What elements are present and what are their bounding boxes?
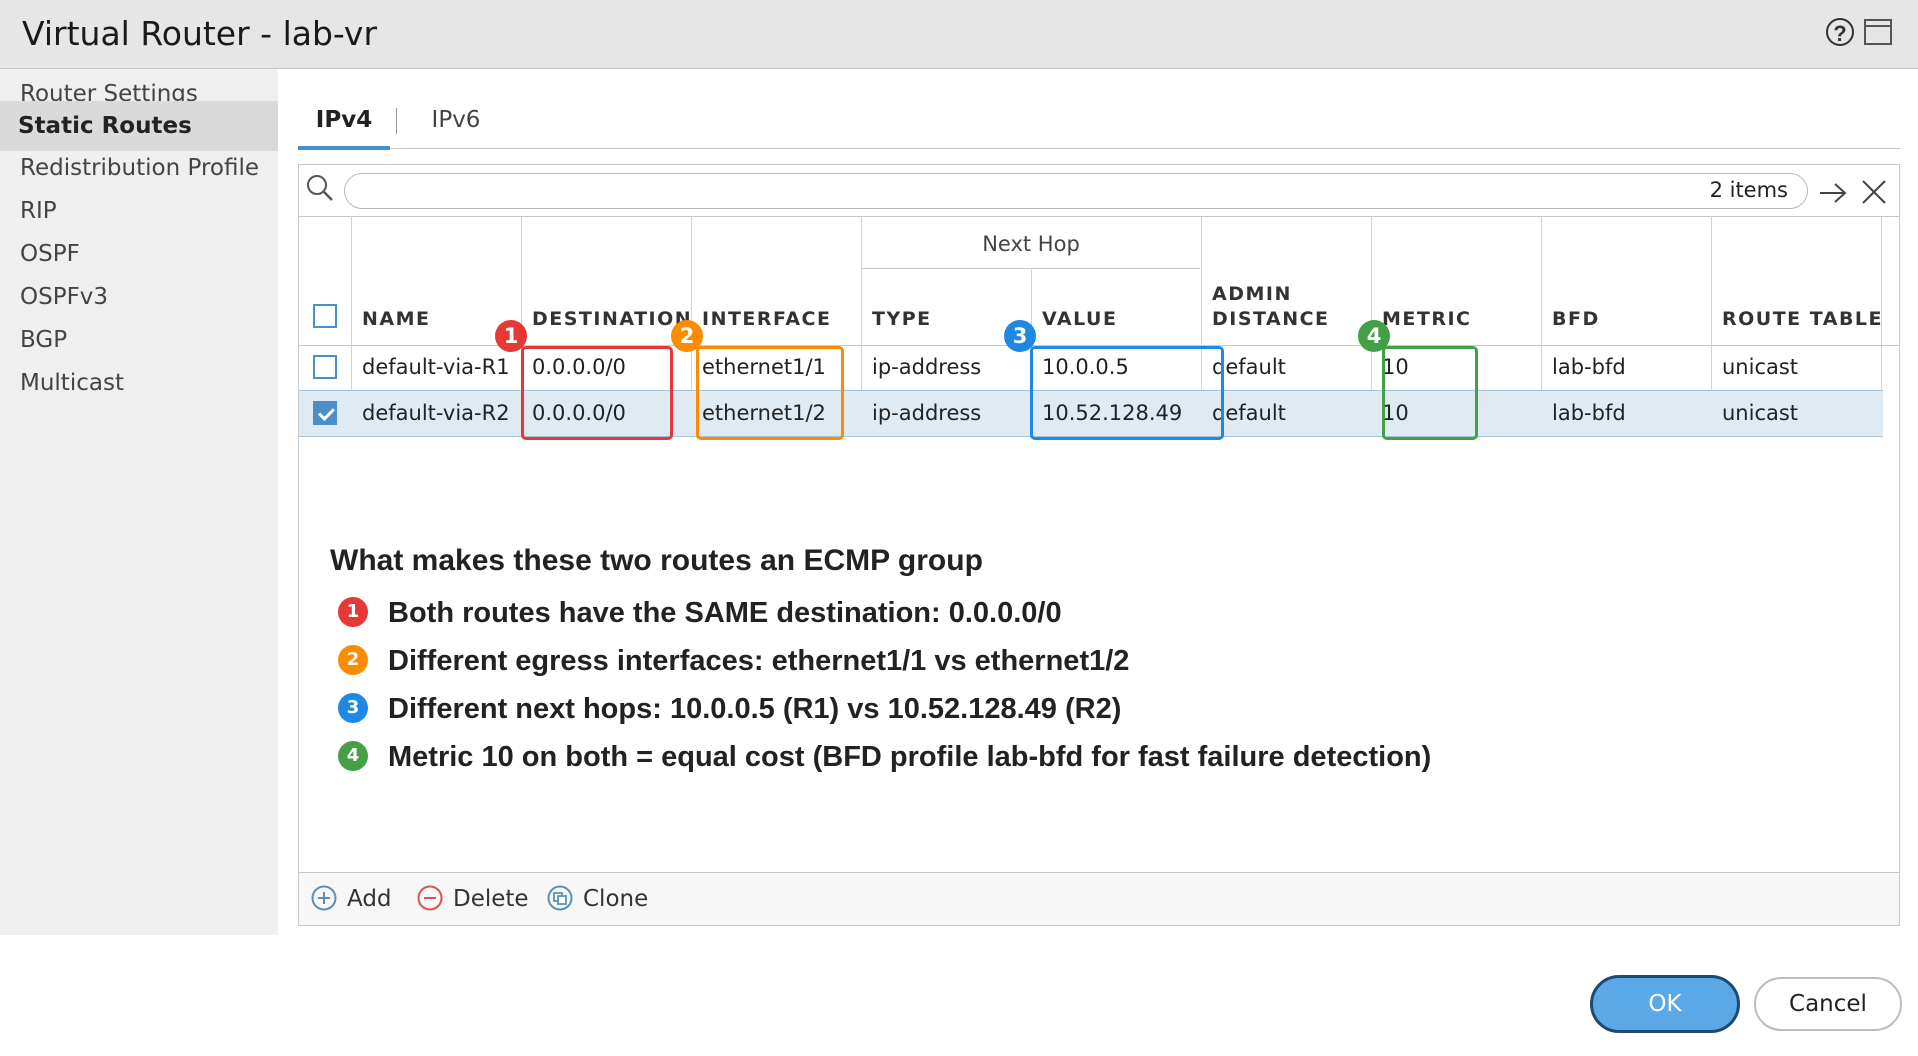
ecmp-explanation-text: Different next hops: 10.0.0.5 (R1) vs 10…	[388, 693, 1122, 725]
ecmp-explanation-text: Metric 10 on both = equal cost (BFD prof…	[388, 741, 1432, 773]
delete-icon	[417, 885, 443, 911]
window-icon[interactable]	[1864, 19, 1892, 45]
next-hop-value-highlight-box	[1030, 346, 1224, 440]
tab-ipv6[interactable]: IPv6	[416, 100, 496, 146]
route-bfd: lab-bfd	[1552, 355, 1626, 379]
table-actions-toolbar: Add Delete Clone	[299, 872, 1899, 925]
row-checkbox[interactable]	[313, 401, 337, 425]
column-header-value[interactable]: VALUE	[1042, 308, 1117, 330]
ecmp-explanation-text: Different egress interfaces: ethernet1/1…	[388, 645, 1130, 677]
destination-highlight-box	[521, 346, 673, 440]
route-name: default-via-R2	[362, 401, 510, 425]
clone-button[interactable]: Clone	[547, 873, 649, 925]
column-header-metric[interactable]: METRIC	[1382, 308, 1472, 330]
close-icon[interactable]	[1860, 178, 1888, 206]
ok-button[interactable]: OK	[1590, 975, 1740, 1033]
next-hop-group-header: Next Hop	[982, 232, 1080, 256]
destination-marker: 1	[495, 320, 527, 352]
metric-marker: 4	[1358, 320, 1390, 352]
dialog-title-bar: Virtual Router - lab-vr ?	[0, 0, 1918, 69]
arrow-right-icon[interactable]	[1818, 178, 1848, 208]
column-header-route-table[interactable]: ROUTE TABLE	[1722, 308, 1883, 330]
column-header-name[interactable]: NAME	[362, 308, 431, 330]
route-table: unicast	[1722, 355, 1799, 379]
clone-icon	[547, 885, 573, 911]
ecmp-explanation-text: Both routes have the SAME destination: 0…	[388, 597, 1062, 629]
next-hop-group-divider	[862, 268, 1200, 269]
column-header-admin-distance-line-1[interactable]: ADMIN	[1212, 283, 1292, 305]
numbered-marker-3: 3	[338, 693, 368, 723]
interface-marker: 2	[671, 320, 703, 352]
clone-label: Clone	[583, 886, 649, 912]
route-table: unicast	[1722, 401, 1799, 425]
select-all-checkbox[interactable]	[313, 304, 337, 328]
metric-highlight-box	[1382, 346, 1478, 440]
add-button[interactable]: Add	[311, 873, 397, 925]
interface-highlight-box	[696, 346, 844, 440]
route-bfd: lab-bfd	[1552, 401, 1626, 425]
dialog-title: Virtual Router - lab-vr	[22, 14, 378, 53]
numbered-marker-2: 2	[338, 645, 368, 675]
delete-button[interactable]: Delete	[417, 873, 529, 925]
delete-label: Delete	[453, 886, 529, 912]
add-label: Add	[347, 886, 392, 912]
sidebar-item-multicast[interactable]: Multicast	[0, 358, 278, 408]
ip-version-tabs: IPv4 IPv6	[298, 100, 1900, 150]
items-count: 2 items	[1709, 178, 1788, 202]
next-hop-marker: 3	[1004, 320, 1036, 352]
search-icon	[307, 175, 333, 201]
help-icon[interactable]: ?	[1826, 18, 1854, 46]
column-header-bfd[interactable]: BFD	[1552, 308, 1600, 330]
search-input[interactable]	[344, 173, 1808, 209]
column-header-type[interactable]: TYPE	[872, 308, 932, 330]
tab-ipv4[interactable]: IPv4	[298, 100, 390, 150]
numbered-marker-4: 4	[338, 741, 368, 771]
cancel-button[interactable]: Cancel	[1754, 977, 1902, 1031]
numbered-marker-1: 1	[338, 597, 368, 627]
add-icon	[311, 885, 337, 911]
next-hop-type: ip-address	[872, 355, 982, 379]
settings-sidebar: Router Settings Static Routes Redistribu…	[0, 69, 278, 935]
column-header-interface[interactable]: INTERFACE	[702, 308, 831, 330]
ecmp-explanation-title: What makes these two routes an ECMP grou…	[330, 544, 983, 577]
route-name: default-via-R1	[362, 355, 510, 379]
column-header-destination[interactable]: DESTINATION	[532, 308, 692, 330]
next-hop-type: ip-address	[872, 401, 982, 425]
tab-divider	[396, 108, 397, 134]
column-header-admin-distance-line-2[interactable]: DISTANCE	[1212, 308, 1330, 330]
row-checkbox[interactable]	[313, 355, 337, 379]
